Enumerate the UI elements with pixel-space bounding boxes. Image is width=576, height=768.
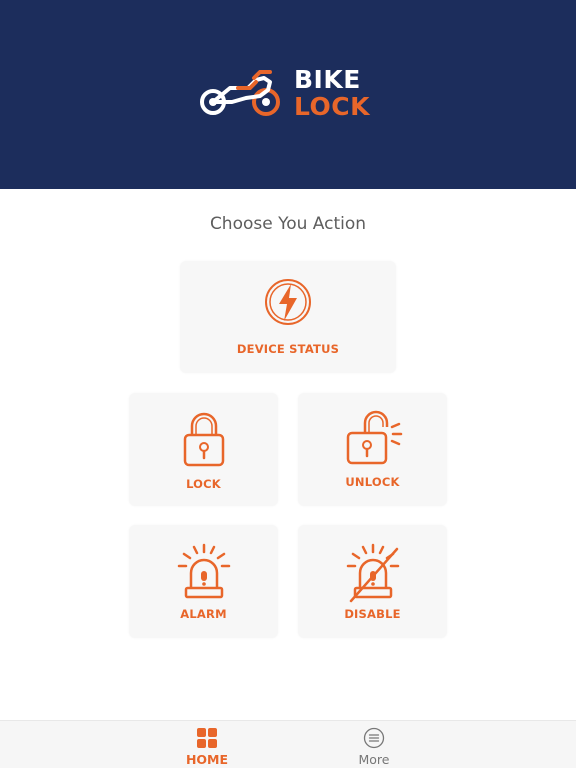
unlock-icon	[346, 410, 402, 465]
disable-button[interactable]: DISABLE	[298, 525, 447, 638]
siren-off-icon	[346, 543, 399, 603]
lock-button[interactable]: LOCK	[129, 393, 278, 506]
tab-home-label: HOME	[185, 752, 229, 767]
disable-label: DISABLE	[344, 607, 401, 621]
siren-icon	[177, 543, 230, 599]
alarm-button[interactable]: ALARM	[129, 525, 278, 638]
bike-lock-logo: BIKE LOCK	[198, 64, 388, 124]
lock-icon	[183, 412, 224, 467]
tab-more[interactable]: More	[334, 721, 414, 768]
device-status-label: DEVICE STATUS	[236, 342, 340, 356]
unlock-label: UNLOCK	[345, 475, 400, 489]
device-status-button[interactable]: DEVICE STATUS	[180, 261, 396, 373]
tab-more-label: More	[358, 752, 390, 767]
motorcycle-icon	[200, 70, 280, 116]
grid-icon	[197, 728, 217, 748]
app-header: BIKE LOCK	[0, 0, 576, 189]
lightning-icon	[265, 279, 311, 325]
tab-home[interactable]: HOME	[167, 721, 247, 768]
bottom-tab-bar: HOME More	[0, 720, 576, 768]
page-title: Choose You Action	[209, 214, 367, 234]
lock-label: LOCK	[186, 477, 221, 491]
unlock-button[interactable]: UNLOCK	[298, 393, 447, 506]
brand-line-lock: LOCK	[294, 92, 371, 121]
alarm-label: ALARM	[180, 607, 227, 621]
menu-circle-icon	[363, 727, 385, 749]
brand-line-bike: BIKE	[294, 65, 361, 94]
